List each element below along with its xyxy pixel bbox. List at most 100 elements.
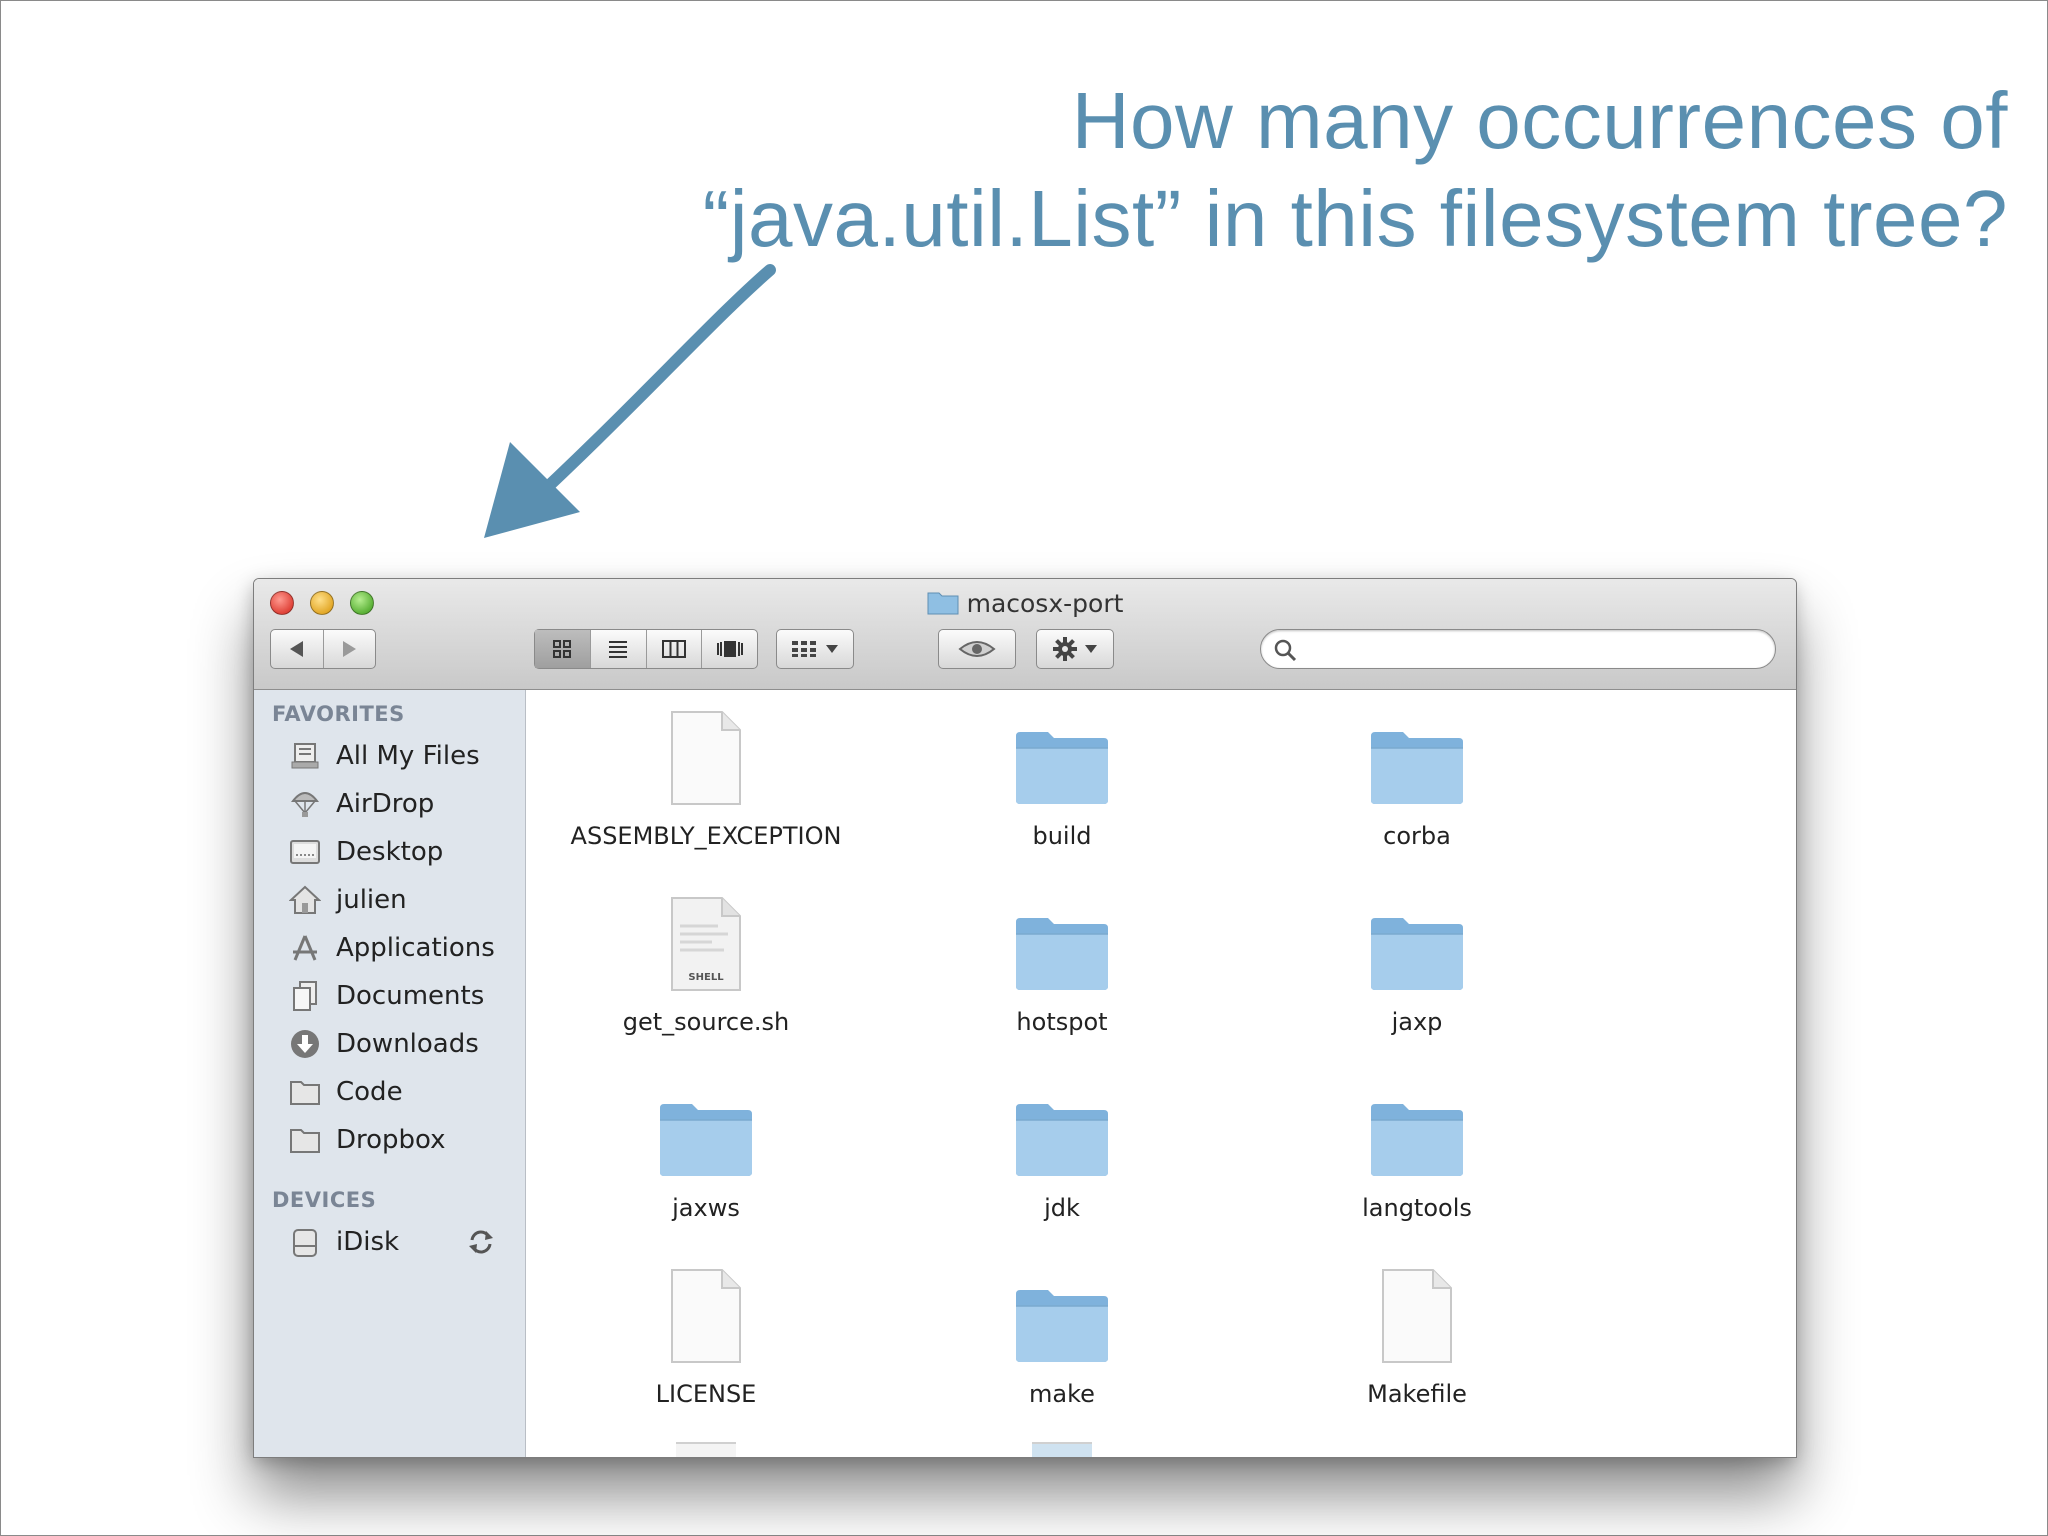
sidebar-item-label: Documents [336,981,485,1011]
sidebar-item-label: Downloads [336,1029,479,1059]
sidebar-item-all-my-files[interactable]: All My Files [288,734,518,778]
finder-window: macosx-port FAVORITES All My Files AirDr… [253,578,1797,1458]
file-item[interactable]: corba [1257,702,1577,872]
eye-icon [958,641,996,657]
sidebar: FAVORITES All My Files AirDrop Desktop j… [254,690,526,1457]
folder-icon [1014,702,1110,806]
file-name: Makefile [1367,1380,1467,1408]
list-view-icon [609,641,628,658]
document-icon [668,1260,744,1364]
coverflow-view-icon [716,641,743,657]
arrange-button[interactable] [776,629,854,669]
airdrop-icon [288,787,322,821]
sidebar-item-code[interactable]: Code [288,1070,518,1114]
view-mode-control [534,629,758,669]
back-button[interactable] [271,630,323,668]
coverflow-view-button[interactable] [701,630,757,668]
sidebar-item-applications[interactable]: Applications [288,926,518,970]
sidebar-item-airdrop[interactable]: AirDrop [288,782,518,826]
sidebar-item-label: iDisk [336,1227,400,1257]
sidebar-item-label: All My Files [336,741,480,771]
sidebar-item-label: Applications [336,933,495,963]
sync-icon[interactable] [466,1227,496,1261]
file-icon-grid: ASSEMBLY_EXCEPTION build corba SHELL get_sou… [526,690,1796,1457]
search-input[interactable] [1303,636,1757,664]
file-item[interactable]: hotspot [902,888,1222,1058]
window-title: macosx-port [254,589,1796,621]
folder-icon [1369,1074,1465,1178]
sidebar-item-downloads[interactable]: Downloads [288,1022,518,1066]
downloads-icon [288,1027,322,1061]
icon-view-icon [553,640,572,658]
file-name: get_source.sh [622,1008,790,1036]
file-item[interactable]: make [902,1260,1222,1430]
arrange-grid-icon [792,641,816,657]
file-item[interactable]: jaxp [1257,888,1577,1058]
file-item[interactable]: Makefile [1257,1260,1577,1430]
idisk-icon [288,1225,322,1259]
folder-icon [658,1074,754,1178]
sidebar-item-julien[interactable]: julien [288,878,518,922]
search-field[interactable] [1260,629,1776,669]
file-item[interactable]: ASSEMBLY_EXCEPTION [546,702,866,872]
folder-icon [1369,702,1465,806]
svg-text:SHELL: SHELL [688,972,724,983]
file-name: jdk [1044,1194,1080,1222]
search-icon [1274,639,1297,662]
file-name: LICENSE [655,1380,757,1408]
partial-file-icon [676,1442,736,1457]
sidebar-item-label: Desktop [336,837,444,867]
shell-script-icon: SHELL [668,888,744,992]
file-name: langtools [1362,1194,1472,1222]
file-name: jaxws [672,1194,740,1222]
column-view-icon [661,640,686,658]
back-forward-control [270,629,376,669]
partial-file-icon [1032,1442,1092,1457]
folder-icon [1369,888,1465,992]
desktop-icon [288,835,322,869]
devices-heading: DEVICES [272,1188,377,1212]
file-name: make [1029,1380,1095,1408]
sidebar-item-label: julien [336,885,407,915]
file-item[interactable]: jaxws [546,1074,866,1244]
file-name: hotspot [1016,1008,1108,1036]
home-icon [288,883,322,917]
file-item[interactable]: langtools [1257,1074,1577,1244]
all-my-files-icon [288,739,322,773]
file-item[interactable]: jdk [902,1074,1222,1244]
file-name: jaxp [1391,1008,1443,1036]
sidebar-item-documents[interactable]: Documents [288,974,518,1018]
sidebar-item-label: Code [336,1077,403,1107]
chevron-down-icon [826,645,838,653]
sidebar-item-desktop[interactable]: Desktop [288,830,518,874]
folder-icon [1014,1074,1110,1178]
folder-icon [288,1075,322,1109]
list-view-button[interactable] [589,630,646,668]
window-title-text: macosx-port [966,589,1124,618]
toolbar: macosx-port [254,579,1796,690]
folder-icon [1014,1260,1110,1364]
sidebar-item-idisk[interactable]: iDisk [288,1220,518,1264]
gear-icon [1053,637,1077,661]
file-name: build [1032,822,1092,850]
question-line-1: How many occurrences of [1071,76,2008,165]
action-button[interactable] [1036,629,1114,669]
folder-icon [1014,888,1110,992]
question-text: How many occurrences of “java.util.List”… [608,72,2008,268]
icon-view-button[interactable] [535,630,590,668]
file-item[interactable]: build [902,702,1222,872]
documents-icon [288,979,322,1013]
sidebar-item-dropbox[interactable]: Dropbox [288,1118,518,1162]
question-line-2: “java.util.List” in this filesystem tree… [702,174,2008,263]
pointer-arrow [484,264,776,538]
quick-look-button[interactable] [938,629,1016,669]
file-item[interactable]: LICENSE [546,1260,866,1430]
favorites-heading: FAVORITES [272,702,405,726]
forward-button[interactable] [322,630,376,668]
folder-icon [927,589,959,621]
file-name: ASSEMBLY_EXCEPTION [570,822,842,850]
file-item[interactable]: SHELL get_source.sh [546,888,866,1058]
column-view-button[interactable] [645,630,702,668]
chevron-down-icon [1085,645,1097,653]
folder-icon [288,1123,322,1157]
